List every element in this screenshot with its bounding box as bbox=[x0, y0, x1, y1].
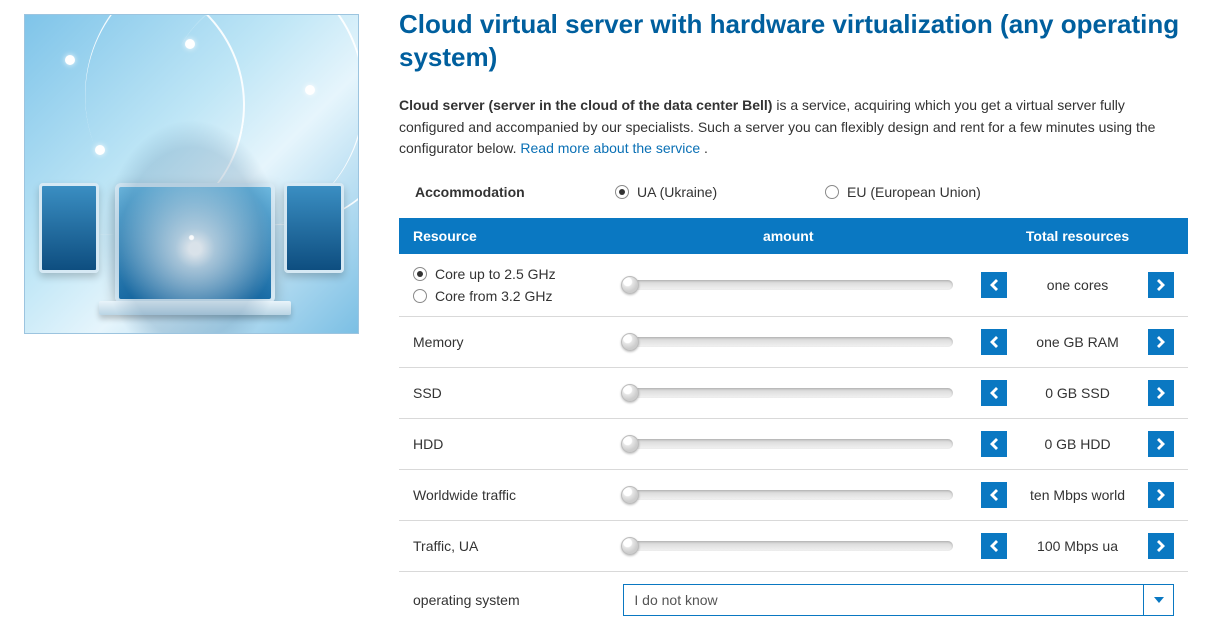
header-amount: amount bbox=[609, 218, 967, 254]
os-select[interactable]: I do not know bbox=[623, 584, 1174, 616]
accommodation-eu[interactable]: EU (European Union) bbox=[825, 184, 981, 200]
slider-thumb[interactable] bbox=[621, 537, 639, 555]
accommodation-label: Accommodation bbox=[415, 184, 585, 200]
core-decrement[interactable] bbox=[981, 272, 1007, 298]
chevron-right-icon bbox=[1157, 336, 1165, 348]
ssd-label: SSD bbox=[399, 368, 609, 419]
configurator-table: Resource amount Total resources Core up … bbox=[399, 218, 1188, 628]
hdd-decrement[interactable] bbox=[981, 431, 1007, 457]
memory-slider[interactable] bbox=[623, 337, 953, 347]
os-label: operating system bbox=[399, 572, 609, 629]
accommodation-ua[interactable]: UA (Ukraine) bbox=[615, 184, 795, 200]
memory-increment[interactable] bbox=[1148, 329, 1174, 355]
hdd-increment[interactable] bbox=[1148, 431, 1174, 457]
chevron-right-icon bbox=[1157, 489, 1165, 501]
row-core: Core up to 2.5 GHz Core from 3.2 GHz bbox=[399, 254, 1188, 317]
chevron-down-icon bbox=[1143, 585, 1173, 615]
row-memory: Memory one GB RAM bbox=[399, 317, 1188, 368]
chevron-right-icon bbox=[1157, 279, 1165, 291]
hero-image bbox=[24, 14, 359, 334]
chevron-left-icon bbox=[990, 438, 998, 450]
slider-thumb[interactable] bbox=[621, 384, 639, 402]
slider-thumb[interactable] bbox=[621, 276, 639, 294]
core-option-32[interactable]: Core from 3.2 GHz bbox=[413, 288, 595, 304]
worldwide-total: ten Mbps world bbox=[1019, 487, 1136, 503]
header-total: Total resources bbox=[967, 218, 1188, 254]
lead-bold: Cloud server (server in the cloud of the… bbox=[399, 97, 772, 113]
traffic-ua-slider[interactable] bbox=[623, 541, 953, 551]
row-worldwide: Worldwide traffic ten Mbps world bbox=[399, 470, 1188, 521]
traffic-ua-total: 100 Mbps ua bbox=[1019, 538, 1136, 554]
memory-label: Memory bbox=[399, 317, 609, 368]
worldwide-decrement[interactable] bbox=[981, 482, 1007, 508]
core-option-25[interactable]: Core up to 2.5 GHz bbox=[413, 266, 595, 282]
slider-thumb[interactable] bbox=[621, 435, 639, 453]
memory-decrement[interactable] bbox=[981, 329, 1007, 355]
read-more-link[interactable]: Read more about the service bbox=[520, 140, 700, 156]
traffic-ua-decrement[interactable] bbox=[981, 533, 1007, 559]
core-increment[interactable] bbox=[1148, 272, 1174, 298]
chevron-left-icon bbox=[990, 489, 998, 501]
radio-icon bbox=[413, 267, 427, 281]
slider-thumb[interactable] bbox=[621, 333, 639, 351]
chevron-right-icon bbox=[1157, 438, 1165, 450]
worldwide-slider[interactable] bbox=[623, 490, 953, 500]
hdd-total: 0 GB HDD bbox=[1019, 436, 1136, 452]
page-title: Cloud virtual server with hardware virtu… bbox=[399, 8, 1188, 73]
header-resource: Resource bbox=[399, 218, 609, 254]
row-traffic-ua: Traffic, UA 100 Mbps ua bbox=[399, 521, 1188, 572]
row-hdd: HDD 0 GB HDD bbox=[399, 419, 1188, 470]
radio-icon bbox=[825, 185, 839, 199]
chevron-left-icon bbox=[990, 279, 998, 291]
ssd-slider[interactable] bbox=[623, 388, 953, 398]
worldwide-label: Worldwide traffic bbox=[399, 470, 609, 521]
chevron-right-icon bbox=[1157, 387, 1165, 399]
memory-total: one GB RAM bbox=[1019, 334, 1136, 350]
row-ssd: SSD 0 GB SSD bbox=[399, 368, 1188, 419]
core-slider[interactable] bbox=[623, 280, 953, 290]
hdd-label: HDD bbox=[399, 419, 609, 470]
ssd-increment[interactable] bbox=[1148, 380, 1174, 406]
traffic-ua-label: Traffic, UA bbox=[399, 521, 609, 572]
lead-text: Cloud server (server in the cloud of the… bbox=[399, 95, 1188, 160]
worldwide-increment[interactable] bbox=[1148, 482, 1174, 508]
chevron-left-icon bbox=[990, 387, 998, 399]
traffic-ua-increment[interactable] bbox=[1148, 533, 1174, 559]
ssd-decrement[interactable] bbox=[981, 380, 1007, 406]
os-selected-value: I do not know bbox=[634, 592, 717, 608]
chevron-right-icon bbox=[1157, 540, 1165, 552]
radio-icon bbox=[413, 289, 427, 303]
hdd-slider[interactable] bbox=[623, 439, 953, 449]
core-total: one cores bbox=[1019, 277, 1136, 293]
row-os: operating system I do not know bbox=[399, 572, 1188, 629]
chevron-left-icon bbox=[990, 336, 998, 348]
ssd-total: 0 GB SSD bbox=[1019, 385, 1136, 401]
slider-thumb[interactable] bbox=[621, 486, 639, 504]
radio-icon bbox=[615, 185, 629, 199]
chevron-left-icon bbox=[990, 540, 998, 552]
